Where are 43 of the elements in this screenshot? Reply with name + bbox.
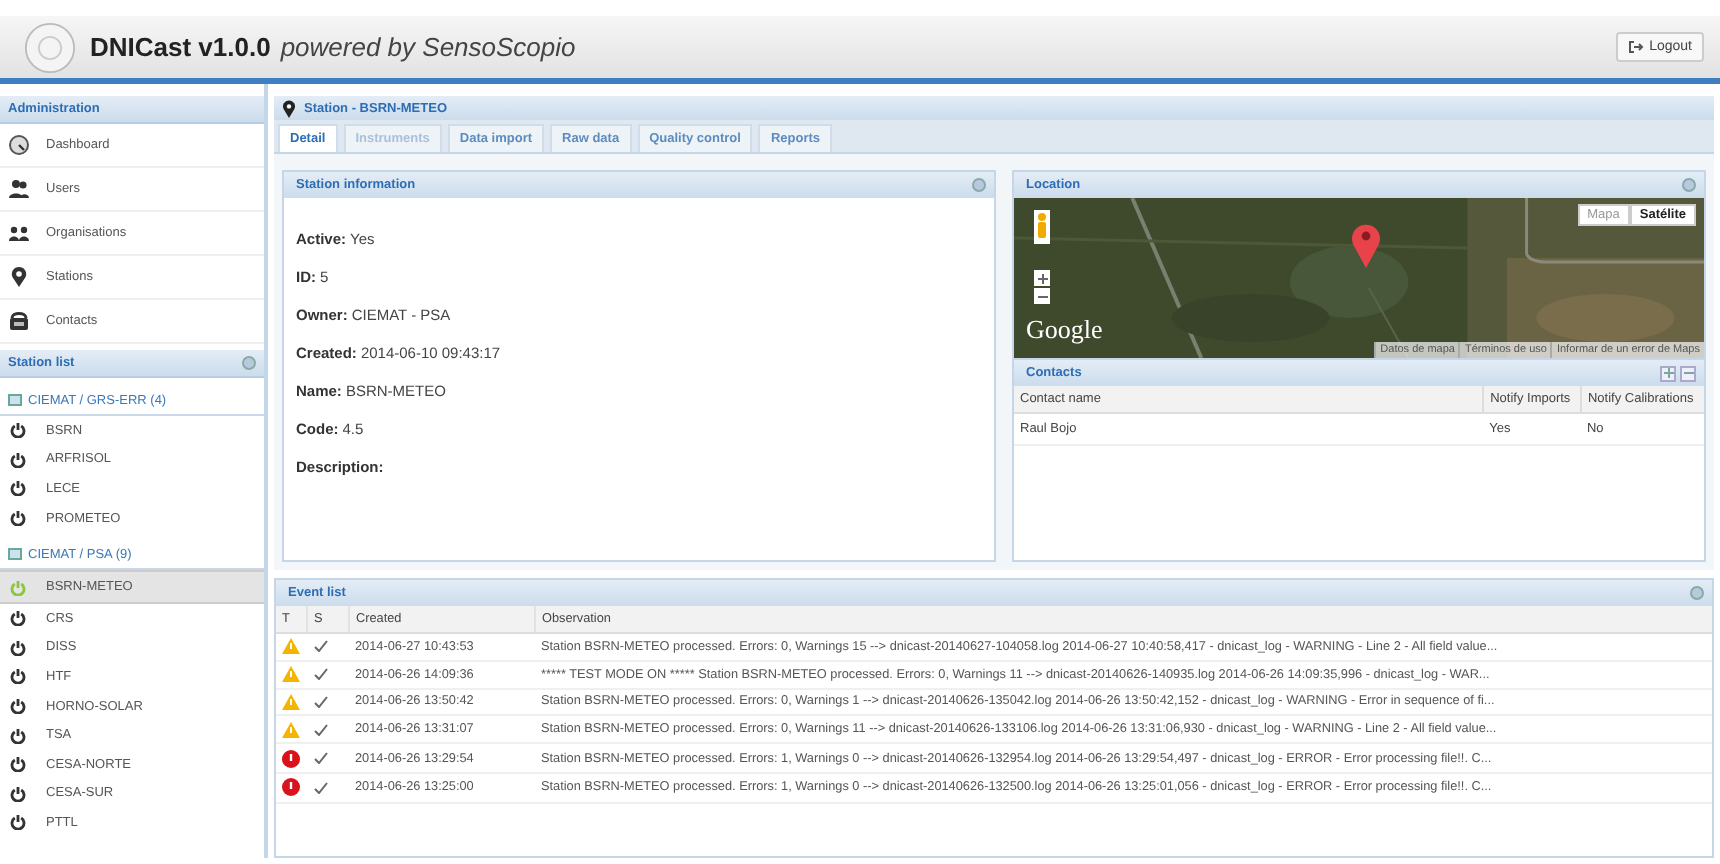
check-icon [313,781,327,794]
power-icon [10,480,26,497]
map-logo: Google [1026,314,1103,346]
settings-icon[interactable] [242,356,256,370]
users-icon [8,178,30,200]
power-icon [10,814,26,831]
settings-icon[interactable] [1682,178,1696,192]
power-icon [10,668,26,685]
minus-icon [1683,368,1693,378]
zoom-out-button[interactable] [1034,288,1050,304]
settings-icon[interactable] [1690,586,1704,600]
logo-icon [24,21,76,73]
remove-button[interactable] [1680,365,1696,381]
power-icon [10,785,26,802]
power-icon [10,510,26,527]
check-icon [313,723,327,736]
minus-icon [1037,291,1047,301]
zoom-in-button[interactable] [1034,270,1050,286]
person-icon[interactable] [1034,210,1050,244]
check-icon [313,752,327,765]
power-icon [10,756,26,773]
settings-icon[interactable] [972,178,986,192]
add-button[interactable] [1660,365,1676,381]
power-icon [10,610,26,627]
power-icon [10,727,26,744]
power-icon [10,639,26,656]
pin-icon [282,99,296,117]
plus-icon [1663,368,1673,378]
error-icon [282,749,300,768]
app-title: DNICast v1.0.0 [90,32,271,62]
power-icon [10,698,26,715]
check-icon [313,640,327,653]
power-icon [10,451,26,468]
logout-icon [1627,40,1644,54]
map-marker-icon [1350,222,1382,270]
plus-icon [1037,273,1047,283]
people-icon [8,222,30,244]
power-icon [10,422,26,439]
gauge-icon [8,134,30,156]
power-icon [10,579,26,596]
app-subtitle: powered by SensoScopio [280,32,576,62]
pin-icon [8,266,30,288]
error-icon [282,778,300,797]
